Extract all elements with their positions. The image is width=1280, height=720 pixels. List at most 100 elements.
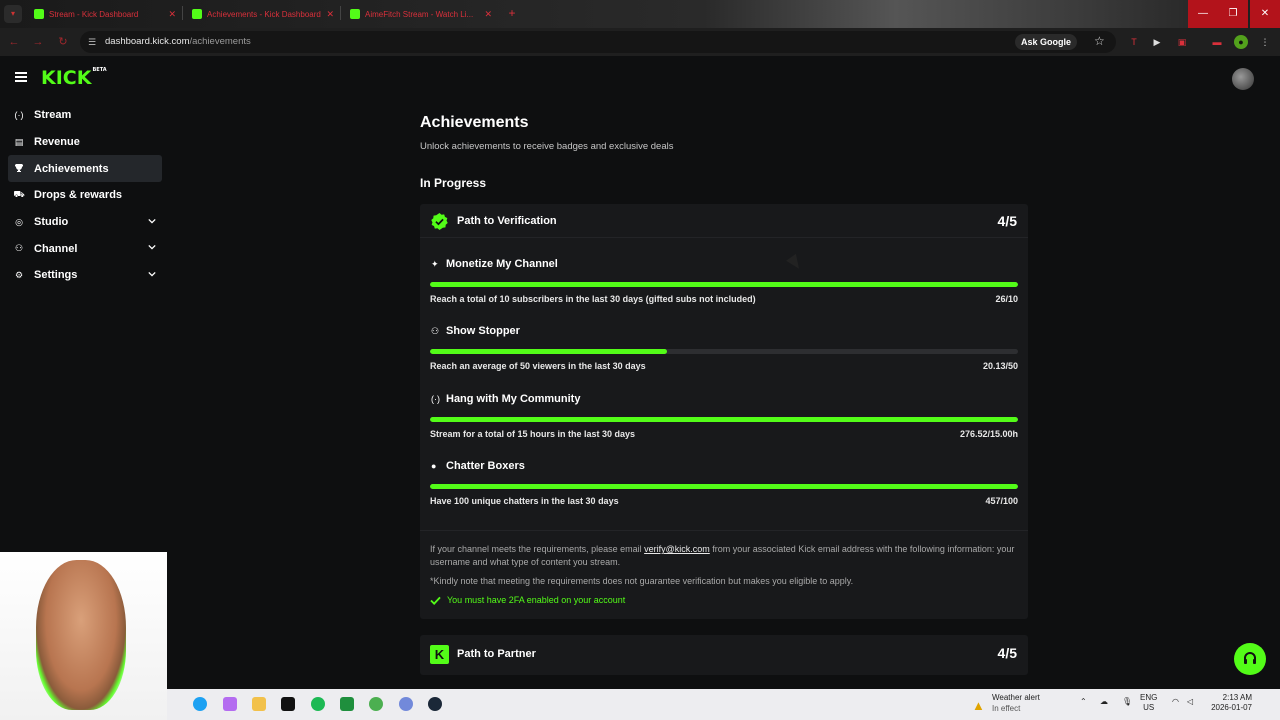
copilot-icon[interactable]	[223, 697, 237, 711]
achievement-value: 20.13/50	[982, 361, 1018, 372]
requirement-text: You must have 2FA enabled on your accoun…	[447, 595, 626, 606]
achievement-description: Reach an average of 50 viewers in the la…	[430, 361, 646, 372]
chevron-down-icon[interactable]	[148, 270, 156, 278]
url-text: dashboard.kick.com/achievements	[105, 36, 251, 47]
warning-icon: ▲	[972, 698, 985, 713]
check-icon	[430, 596, 441, 605]
tab-divider	[340, 6, 341, 20]
spotify-icon[interactable]	[311, 697, 325, 711]
site-settings-icon[interactable]: ☰	[88, 36, 100, 48]
address-bar[interactable]: ☰ dashboard.kick.com/achievements Ask Go…	[80, 31, 1116, 53]
tray-overflow-icon[interactable]: ⌃	[1080, 697, 1087, 706]
sidebar-item-stream[interactable]: (·) Stream	[8, 102, 162, 129]
verification-note: *Kindly note that meeting the requiremen…	[430, 576, 854, 587]
tab-search-button[interactable]: ▾	[4, 5, 22, 23]
maximize-button[interactable]: ❐	[1218, 0, 1248, 28]
tiktok-icon[interactable]	[281, 697, 295, 711]
extension-icon[interactable]: T	[1127, 35, 1141, 49]
studio-icon: ◎	[15, 216, 23, 227]
verification-instructions: If your channel meets the requirements, …	[430, 543, 1018, 569]
page-subtitle: Unlock achievements to receive badges an…	[420, 141, 674, 152]
achievement-value: 276.52/15.00h	[959, 428, 1018, 439]
microphone-icon[interactable]: 🎙	[1122, 697, 1132, 706]
sidebar-item-settings[interactable]: ⚙ Settings	[8, 262, 162, 289]
app-header: KICKBETA	[0, 56, 1280, 102]
edge-icon[interactable]	[193, 697, 207, 711]
browser-tab-watch[interactable]: AimeFitch Stream - Watch Li... ✕	[350, 4, 492, 24]
ask-google-label: Ask Google	[1021, 37, 1072, 47]
tab-close-icon[interactable]: ✕	[168, 9, 176, 20]
sidebar-item-revenue[interactable]: ▤ Revenue	[8, 129, 162, 156]
extension-icon[interactable]: ▣	[1175, 35, 1189, 49]
media-play-icon[interactable]: ▶	[1150, 35, 1164, 49]
system-clock[interactable]: 2:13 AM 2026-01-07	[1206, 693, 1252, 713]
tab-label: AimeFitch Stream - Watch Li...	[365, 9, 474, 19]
chevron-down-icon[interactable]	[148, 243, 156, 251]
browser-menu-icon[interactable]: ⋮	[1258, 35, 1272, 49]
kick-logo[interactable]: KICKBETA	[41, 67, 107, 89]
help-chat-button[interactable]	[1234, 643, 1266, 675]
card-count: 4/5	[997, 213, 1017, 229]
verify-email-link[interactable]: verify@kick.com	[644, 544, 710, 554]
profile-icon[interactable]: ●	[1234, 35, 1248, 49]
browser-tab-achievements[interactable]: Achievements - Kick Dashboard ✕	[192, 4, 334, 24]
steam-icon[interactable]	[428, 697, 442, 711]
extension-icon[interactable]: ▬	[1210, 35, 1224, 49]
tab-close-icon[interactable]: ✕	[484, 9, 492, 20]
partner-card[interactable]: K Path to Partner 4/5	[420, 635, 1028, 676]
forward-icon[interactable]: →	[30, 34, 46, 50]
kick-logo-icon: K	[430, 645, 449, 665]
verification-card-footer: If your channel meets the requirements, …	[420, 530, 1028, 619]
sidebar-item-channel[interactable]: ⚇ Channel	[8, 235, 162, 262]
verified-badge-icon	[431, 213, 448, 230]
file-explorer-icon[interactable]	[252, 697, 266, 711]
ask-google-button[interactable]: Ask Google	[1015, 34, 1078, 50]
sidebar-item-drops-rewards[interactable]: ⛟ Drops & rewards	[8, 182, 162, 209]
volume-icon[interactable]: ◁	[1187, 697, 1193, 706]
chevron-down-icon[interactable]	[148, 217, 156, 225]
achievement-description: Stream for a total of 15 hours in the la…	[430, 428, 636, 439]
clock-date: 2026-01-07	[1211, 703, 1252, 712]
taskbar	[167, 689, 1280, 720]
achievement-description: Have 100 unique chatters in the last 30 …	[430, 495, 619, 506]
chat-icon: ●	[431, 460, 437, 471]
avatar[interactable]	[1232, 68, 1254, 90]
tab-close-icon[interactable]: ✕	[326, 9, 334, 20]
sidebar-item-achievements[interactable]: Achievements	[8, 155, 162, 183]
hamburger-menu-icon[interactable]	[15, 72, 27, 82]
chrome-icon[interactable]	[369, 697, 383, 711]
viewers-icon: ⚇	[431, 326, 440, 337]
progress-fill	[430, 416, 1018, 422]
screen: { "browser": { "tabs": [ {"label": "Stre…	[0, 0, 1280, 720]
verification-card: Path to Verification 4/5 ✦ Monetize My C…	[420, 204, 1028, 620]
bookmark-star-icon[interactable]: ☆	[1094, 34, 1105, 48]
onedrive-icon[interactable]: ☁	[1100, 697, 1108, 706]
wifi-icon[interactable]: ◠	[1172, 697, 1179, 706]
achievement-description: Reach a total of 10 subscribers in the l…	[430, 294, 756, 304]
progress-fill	[430, 349, 667, 355]
achievement-item: (·) Hang with My Community Stream for a …	[420, 373, 1028, 440]
achievement-item: ✦ Monetize My Channel Reach a total of 1…	[420, 238, 1028, 305]
tab-label: Achievements - Kick Dashboard	[207, 9, 321, 19]
sidebar-item-studio[interactable]: ◎ Studio	[8, 209, 162, 236]
achievement-title: Monetize My Channel	[446, 258, 558, 270]
verification-card-header[interactable]: Path to Verification 4/5	[420, 204, 1028, 238]
achievement-item: ⚇ Show Stopper Reach an average of 50 vi…	[420, 305, 1028, 372]
tab-divider	[182, 6, 183, 20]
card-count: 4/5	[997, 645, 1017, 662]
sidebar-item-label: Revenue	[34, 136, 80, 149]
card-title: Path to Verification	[457, 215, 557, 227]
beta-badge: BETA	[92, 67, 107, 73]
discord-icon[interactable]	[399, 697, 413, 711]
close-window-button[interactable]: ✕	[1250, 0, 1280, 28]
back-icon[interactable]: ←	[6, 34, 22, 50]
minimize-button[interactable]: —	[1188, 0, 1218, 28]
reload-icon[interactable]: ↻	[55, 34, 71, 50]
instructions-text-start: If your channel meets the requirements, …	[430, 544, 645, 555]
language-indicator[interactable]: ENG US	[1140, 693, 1157, 713]
browser-tab-stream[interactable]: Stream - Kick Dashboard ✕	[34, 4, 176, 24]
sidebar-item-label: Achievements	[34, 162, 109, 175]
new-tab-button[interactable]: +	[504, 5, 520, 21]
kick-app-icon[interactable]	[340, 697, 354, 711]
url-path: /achievements	[189, 36, 251, 47]
